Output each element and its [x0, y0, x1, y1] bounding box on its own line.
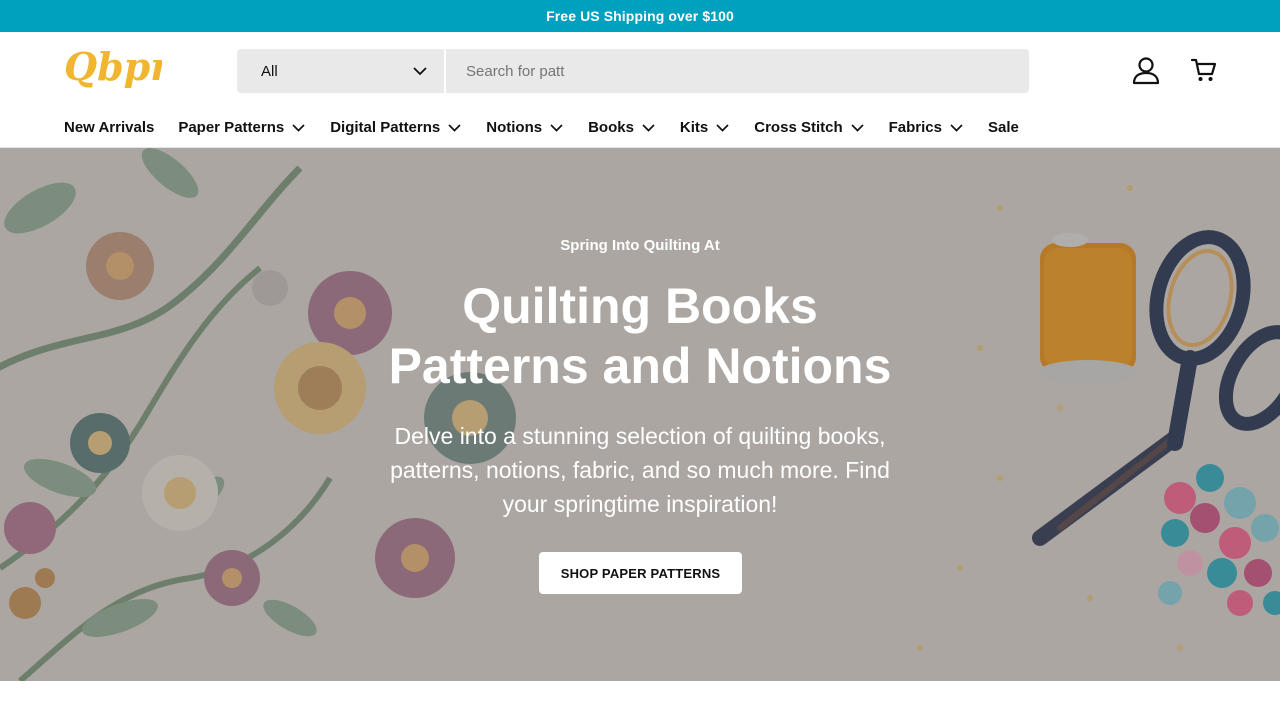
chevron-down-icon	[412, 63, 428, 79]
nav-item-kits[interactable]: Kits	[680, 119, 730, 136]
nav-item-label: Digital Patterns	[330, 119, 441, 136]
nav-item-paper-patterns[interactable]: Paper Patterns	[178, 119, 306, 136]
chevron-down-icon	[950, 121, 964, 135]
account-icon[interactable]	[1128, 52, 1164, 88]
nav-item-label: Paper Patterns	[178, 119, 285, 136]
shop-paper-patterns-button[interactable]: SHOP PAPER PATTERNS	[539, 552, 742, 594]
nav-item-label: Books	[588, 119, 634, 136]
announcement-text: Free US Shipping over $100	[546, 8, 734, 24]
main-nav: New Arrivals Paper Patterns Digital Patt…	[0, 110, 1280, 148]
hero-eyebrow: Spring Into Quilting At	[560, 237, 720, 254]
search-bar: All	[237, 49, 1029, 93]
logo-text: Qbpn	[64, 44, 162, 89]
nav-item-label: Notions	[486, 119, 543, 136]
announcement-bar: Free US Shipping over $100	[0, 0, 1280, 32]
hero-description: Delve into a stunning selection of quilt…	[390, 423, 890, 517]
site-logo[interactable]: Qbpn	[62, 44, 162, 94]
hero-content: Spring Into Quilting At Quilting Books P…	[340, 148, 940, 681]
hero-banner: Spring Into Quilting At Quilting Books P…	[0, 148, 1280, 681]
nav-item-label: Sale	[987, 119, 1019, 136]
nav-item-notions[interactable]: Notions	[486, 119, 564, 136]
nav-item-sale[interactable]: Sale	[988, 119, 1019, 136]
site-header: Qbpn All	[0, 32, 1280, 110]
chevron-down-icon	[851, 121, 865, 135]
chevron-down-icon	[716, 121, 730, 135]
nav-item-new-arrivals[interactable]: New Arrivals	[64, 119, 154, 136]
nav-item-cross-stitch[interactable]: Cross Stitch	[754, 119, 864, 136]
nav-item-digital-patterns[interactable]: Digital Patterns	[330, 119, 462, 136]
hero-title: Quilting Books Patterns and Notions	[340, 276, 940, 396]
nav-item-label: Kits	[679, 119, 709, 136]
hero-title-line-2: Patterns and Notions	[388, 338, 892, 394]
search-category-value: All	[261, 62, 278, 80]
cart-icon[interactable]	[1186, 52, 1222, 88]
page-below-hero	[0, 681, 1280, 720]
nav-item-fabrics[interactable]: Fabrics	[889, 119, 964, 136]
hero-title-line-1: Quilting Books	[462, 278, 818, 334]
nav-item-label: Cross Stitch	[754, 119, 843, 136]
chevron-down-icon	[292, 121, 306, 135]
search-category-select[interactable]: All	[237, 49, 446, 93]
chevron-down-icon	[550, 121, 564, 135]
nav-item-books[interactable]: Books	[588, 119, 656, 136]
nav-item-label: Fabrics	[888, 119, 942, 136]
chevron-down-icon	[448, 121, 462, 135]
nav-item-label: New Arrivals	[64, 119, 155, 136]
chevron-down-icon	[642, 121, 656, 135]
search-input[interactable]	[446, 49, 1029, 93]
